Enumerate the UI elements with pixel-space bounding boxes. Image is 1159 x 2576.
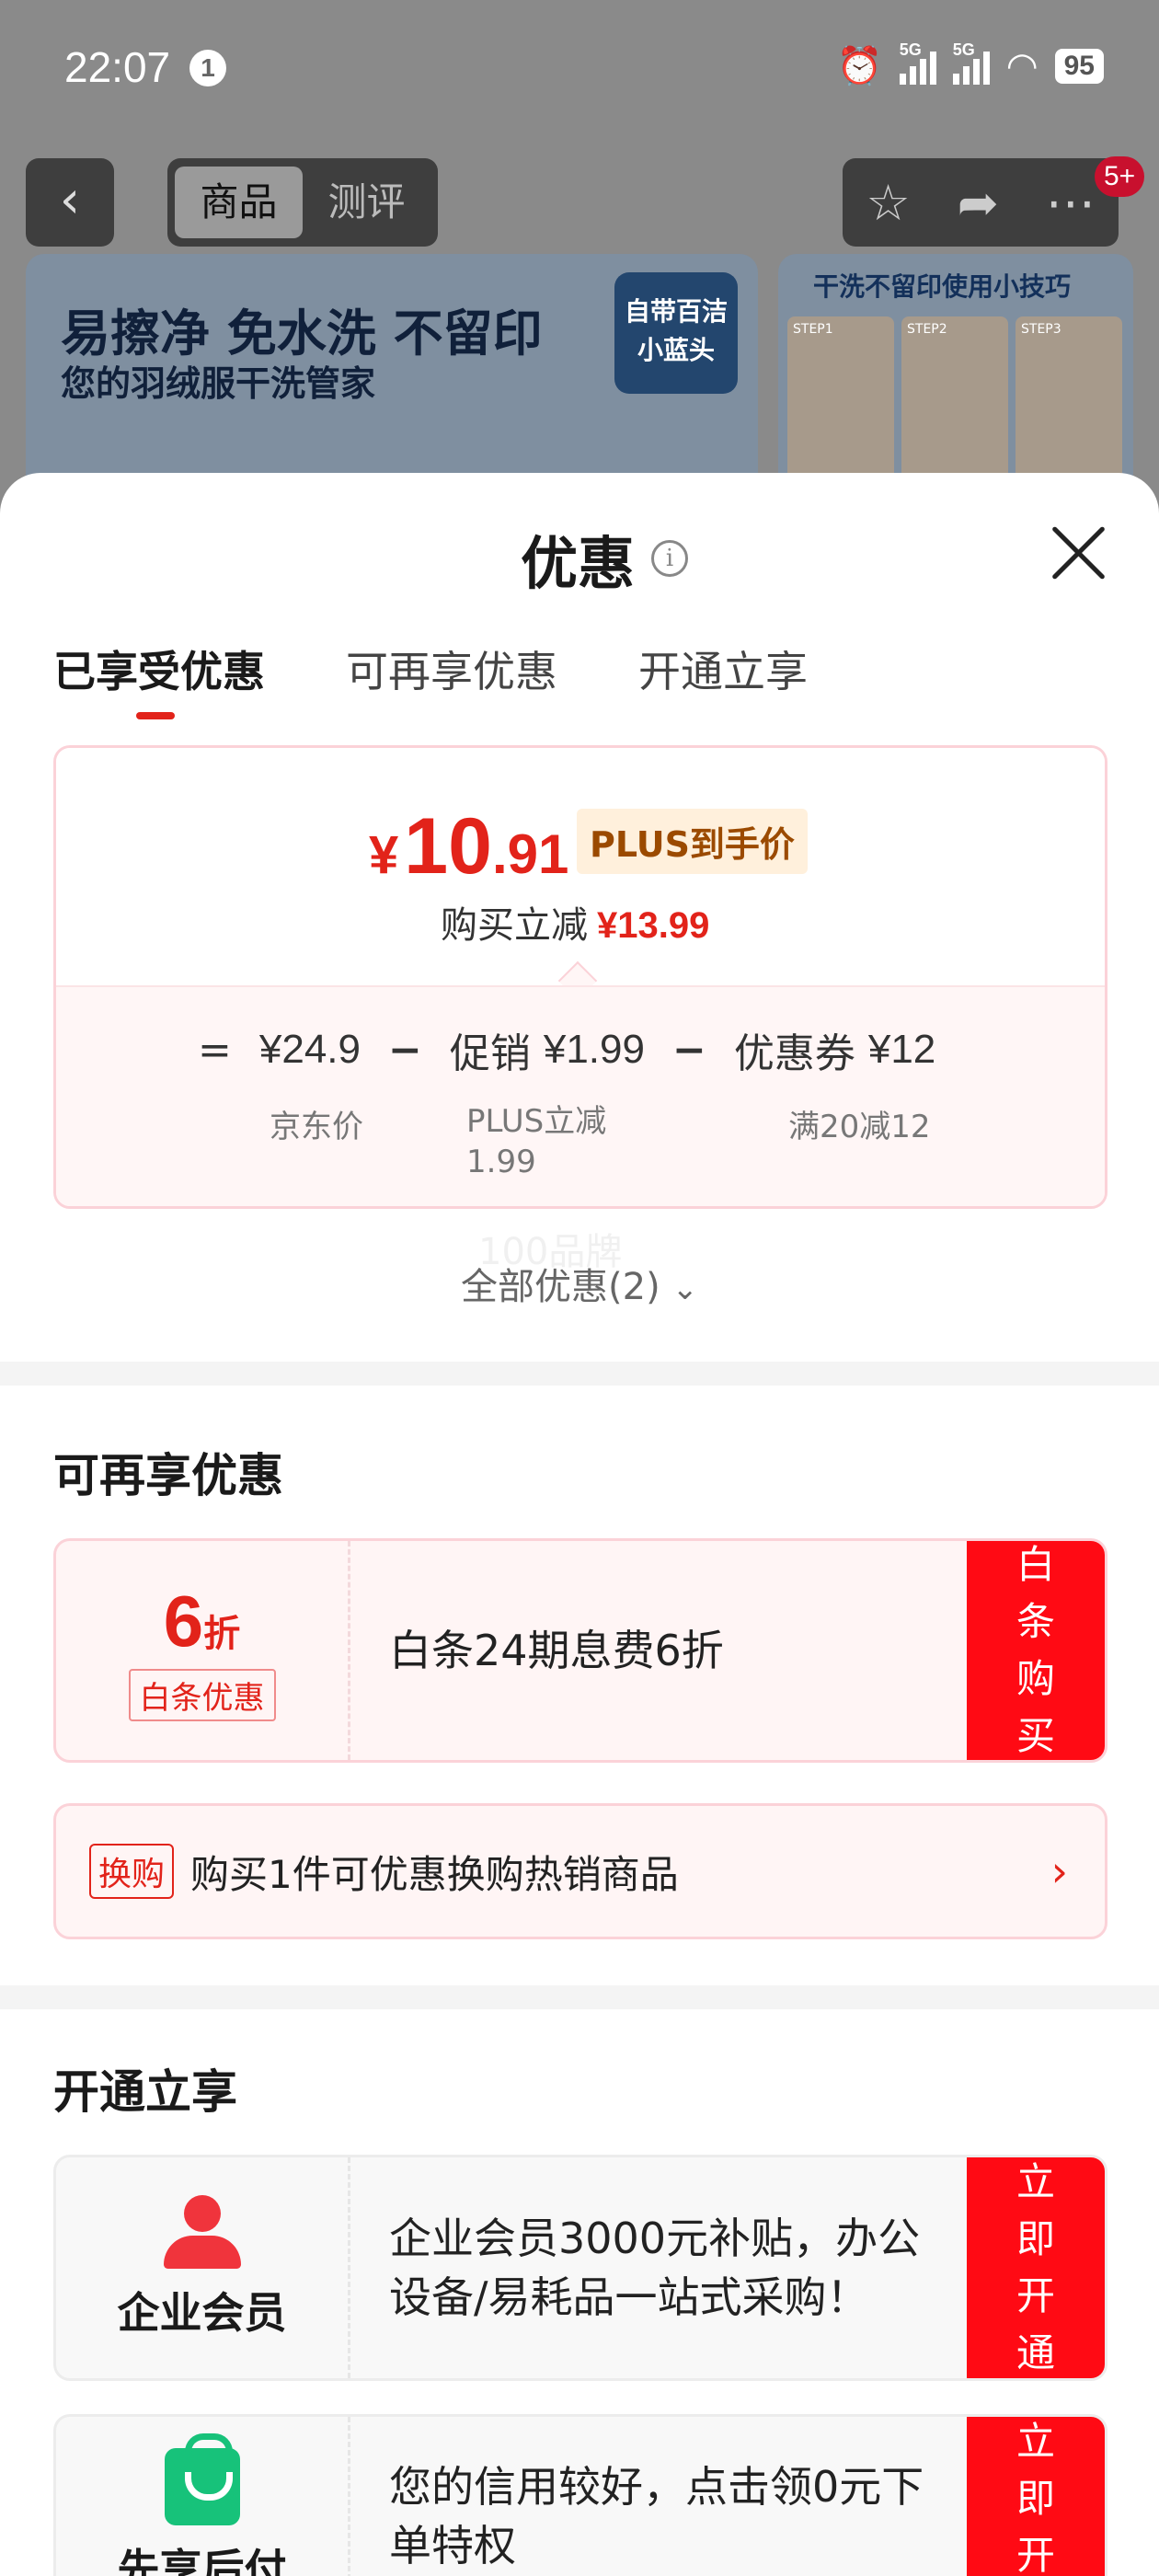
discount-number: 6 <box>163 1581 204 1662</box>
pay-later-description: 您的信用较好，点击领0元下单特权 <box>389 2462 924 2570</box>
currency-symbol: ¥ <box>369 825 399 885</box>
promo-note: PLUS立减1.99 <box>466 1103 607 1180</box>
wifi-icon: ◠ <box>1005 44 1039 87</box>
chevron-left-icon: ‹ <box>59 170 81 230</box>
minus-sign: − <box>387 1026 422 1074</box>
all-offers-toggle[interactable]: 全部优惠(2) ⌄ <box>0 1257 1159 1310</box>
price-integer: 10 <box>404 802 492 891</box>
discount-value: 6折 <box>164 1580 240 1663</box>
baitiao-discount: 6折 白条优惠 <box>56 1541 350 1760</box>
coupon-note: 满20减12 <box>788 1109 931 1145</box>
section-divider <box>0 1985 1159 2009</box>
plus-price-tag: PLUS到手价 <box>577 809 808 874</box>
baitiao-buy-button[interactable]: 白条购买 <box>967 1541 1105 1760</box>
swap-text: 购买1件可优惠换购热销商品 <box>190 1851 679 1897</box>
swap-tag: 换购 <box>89 1844 175 1899</box>
price-card: ¥ 10 .91 PLUS到手价 购买立减 ¥13.99 = ¥24.9 − 促销… <box>53 745 1107 1209</box>
more-icon[interactable]: ⋯ <box>1046 174 1096 232</box>
sheet-title: 优惠 <box>521 530 636 597</box>
instant-discount: 购买立减 ¥13.99 <box>441 895 709 949</box>
enterprise-member-card: 企业会员 企业会员3000元补贴，办公设备/易耗品一站式采购！ 立即开通 <box>53 2155 1107 2381</box>
baitiao-offer-card: 6折 白条优惠 白条24期息费6折 白条购买 <box>53 1538 1107 1763</box>
enterprise-member-brand: 企业会员 <box>56 2157 350 2378</box>
network-type-label-2: 5G <box>952 40 975 59</box>
more-offers-title: 可再享优惠 <box>53 1449 283 1502</box>
price-summary: ¥ 10 .91 PLUS到手价 购买立减 ¥13.99 <box>56 748 1105 985</box>
instant-discount-label: 购买立减 <box>441 904 588 947</box>
instant-discount-value: ¥13.99 <box>597 905 710 946</box>
status-time: 22:07 <box>64 43 171 91</box>
coupon-value: ¥12 <box>867 1027 936 1072</box>
coupon-label: 优惠券 <box>733 1030 855 1077</box>
pay-later-card: 先享后付 您的信用较好，点击领0元下单特权 立即开通 <box>53 2414 1107 2576</box>
base-price-label: 京东价 <box>270 1109 363 1145</box>
shopping-bag-icon <box>164 2433 240 2525</box>
price-formula: = ¥24.9 − 促销 ¥1.99 − 优惠券 ¥12 <box>198 1020 935 1079</box>
section-divider <box>0 1362 1159 1386</box>
tab-review[interactable]: 测评 <box>303 167 430 238</box>
signal-icon: 5G <box>899 40 936 85</box>
pay-later-open-button[interactable]: 立即开通 <box>967 2417 1105 2576</box>
price-decimal: .91 <box>491 823 569 885</box>
final-price: ¥ 10 .91 <box>369 801 568 892</box>
base-price: ¥24.9 <box>258 1027 361 1072</box>
enterprise-member-description: 企业会员3000元补贴，办公设备/易耗品一站式采购！ <box>389 2214 921 2322</box>
tab-more-offers[interactable]: 可再享优惠 <box>346 638 557 712</box>
discount-tabs: 已享受优惠 可再享优惠 开通立享 <box>53 638 808 719</box>
tips-title: 干洗不留印使用小技巧 <box>813 271 1072 302</box>
chevron-right-icon: › <box>1050 1846 1068 1896</box>
message-badge: 5+ <box>1095 156 1145 197</box>
tab-product[interactable]: 商品 <box>175 167 303 238</box>
person-icon <box>163 2195 241 2269</box>
alarm-icon: ⏰ <box>836 45 883 87</box>
promo-value: ¥1.99 <box>543 1027 645 1072</box>
enterprise-open-button[interactable]: 立即开通 <box>967 2157 1105 2378</box>
share-icon[interactable]: ➦ <box>958 174 999 232</box>
battery-icon: 95 <box>1054 48 1104 84</box>
tab-enjoyed-offers[interactable]: 已享受优惠 <box>53 638 265 719</box>
status-bar: 22:07 1 ⏰ 5G 5G ◠ 95 <box>0 0 1159 138</box>
banner-tag: 自带百洁小蓝头 <box>614 272 738 394</box>
notification-count-icon: 1 <box>189 50 226 86</box>
open-offers-title: 开通立享 <box>53 2065 237 2119</box>
sheet-header: 优惠 i <box>0 473 1159 597</box>
baitiao-description: 白条24期息费6折 <box>389 1626 724 1675</box>
banner-subline: 您的羽绒服干洗管家 <box>61 363 376 404</box>
info-icon[interactable]: i <box>651 540 689 577</box>
all-offers-label: 全部优惠(2) <box>461 1266 660 1308</box>
minus-sign: − <box>671 1026 706 1074</box>
back-button[interactable]: ‹ <box>26 158 114 247</box>
network-type-label: 5G <box>899 40 922 59</box>
discount-tag: 白条优惠 <box>128 1669 276 1721</box>
signal-icon-2: 5G <box>952 40 990 85</box>
pay-later-label: 先享后付 <box>117 2545 287 2576</box>
swap-offer-row[interactable]: 换购 购买1件可优惠换购热销商品 › <box>53 1803 1107 1939</box>
sheet-title-wrap: 优惠 i <box>521 517 689 600</box>
tab-open-offers[interactable]: 开通立享 <box>638 638 808 712</box>
promo-label: 促销 <box>449 1030 531 1077</box>
chevron-down-icon: ⌄ <box>671 1271 698 1307</box>
price-breakdown: = ¥24.9 − 促销 ¥1.99 − 优惠券 ¥12 京东价 PLUS立减1… <box>56 985 1105 1206</box>
star-icon[interactable]: ☆ <box>866 174 910 232</box>
nav-actions: ☆ ➦ ⋯ <box>843 158 1119 247</box>
equals-sign: = <box>198 1026 232 1074</box>
close-icon[interactable] <box>1049 523 1109 583</box>
discount-sheet: 优惠 i 已享受优惠 可再享优惠 开通立享 ¥ 10 .91 PLUS到手价 购… <box>0 473 1159 2576</box>
discount-unit: 折 <box>203 1613 241 1655</box>
product-tabs: 商品 测评 <box>167 158 438 247</box>
enterprise-member-label: 企业会员 <box>117 2288 287 2338</box>
pay-later-brand: 先享后付 <box>56 2417 350 2576</box>
status-icons: ⏰ 5G 5G ◠ 95 <box>836 40 1104 87</box>
